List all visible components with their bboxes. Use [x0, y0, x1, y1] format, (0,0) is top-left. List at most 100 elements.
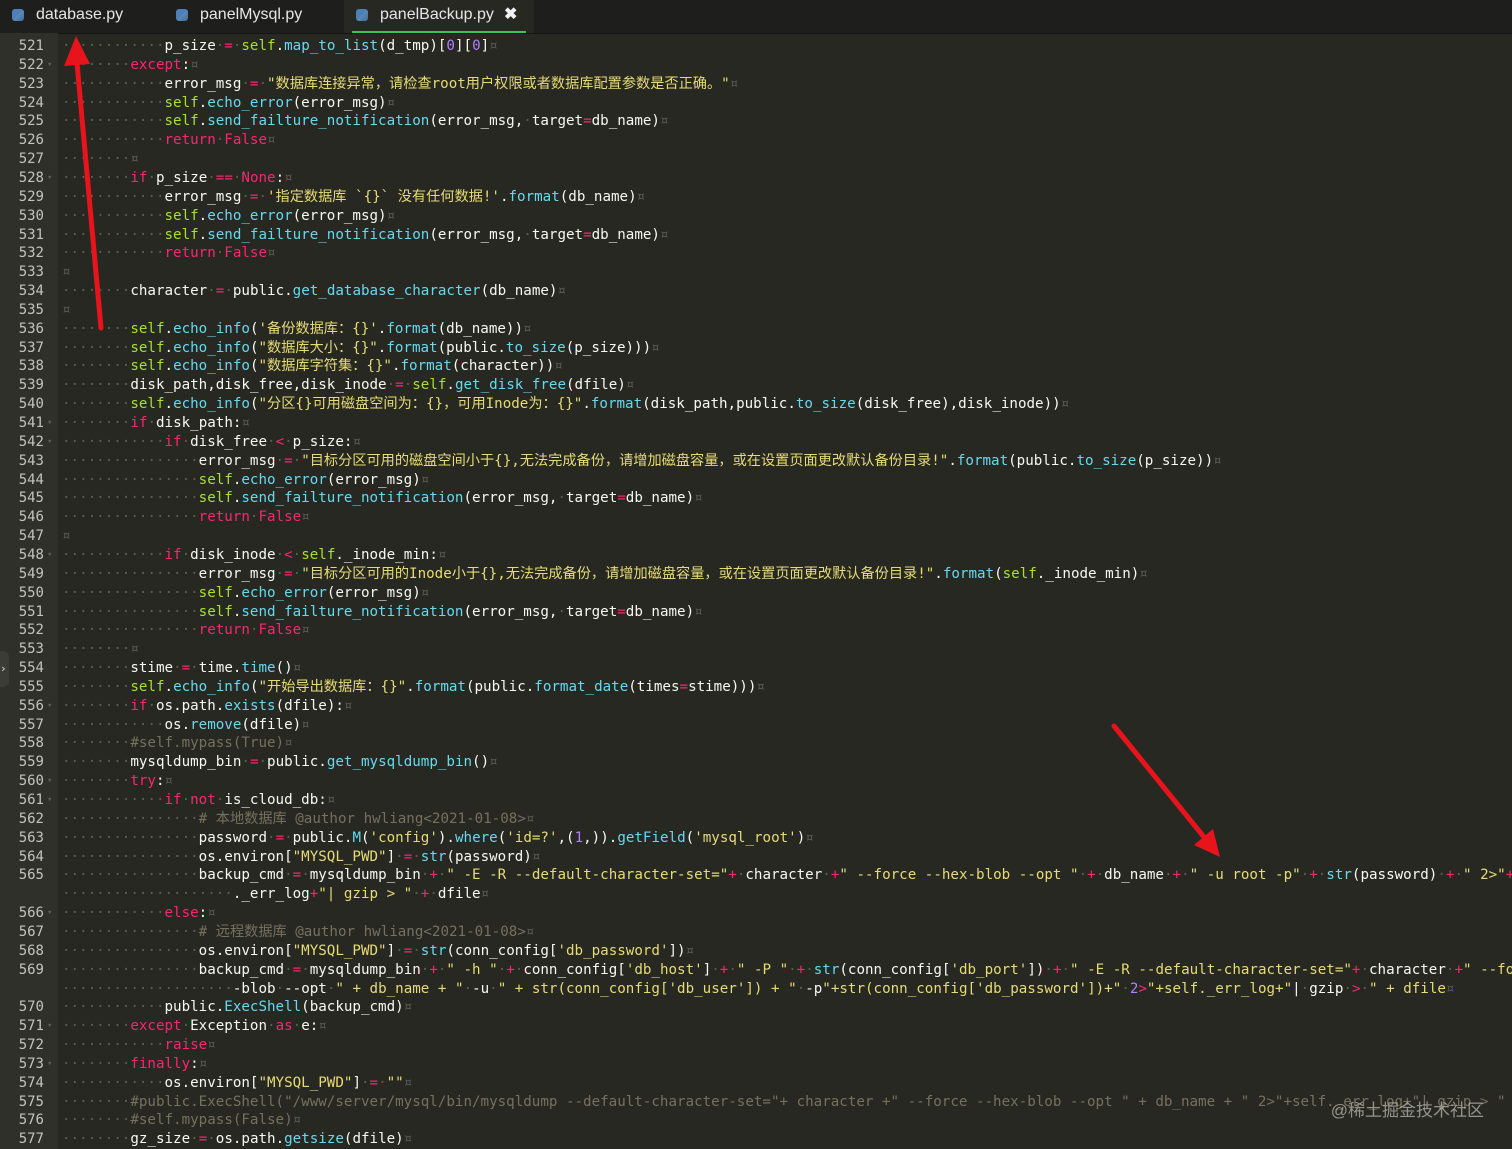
- close-icon[interactable]: ✖: [504, 0, 517, 30]
- code-line[interactable]: 577 ········gz_size·=·os.path.getsize(dfi…: [0, 1130, 1512, 1149]
- code-line[interactable]: 563 ················password·=·public.M('…: [0, 829, 1512, 848]
- code-line[interactable]: 551 ················self.send_failture_no…: [0, 603, 1512, 622]
- code-line[interactable]: ····················._err_log+"| gzip > …: [0, 885, 1512, 904]
- code-line[interactable]: 554 ········stime·=·time.time()¤: [0, 659, 1512, 678]
- python-file-icon: [12, 9, 24, 21]
- code-text: ················password·=·public.M('con…: [62, 829, 814, 846]
- line-number: 564: [18, 848, 44, 865]
- code-text: ············os.remove(dfile)¤: [62, 716, 310, 733]
- code-text: ········if·os.path.exists(dfile):¤: [62, 697, 353, 714]
- code-line[interactable]: 572 ············raise¤: [0, 1036, 1512, 1055]
- code-text: ········character·=·public.get_database_…: [62, 283, 566, 300]
- code-line[interactable]: 524 ············self.echo_error(error_msg…: [0, 94, 1512, 113]
- code-line[interactable]: 543 ················error_msg·=·"目标分区可用的磁…: [0, 452, 1512, 471]
- code-line[interactable]: 532 ············return·False¤: [0, 244, 1512, 263]
- line-number: 528: [18, 169, 44, 186]
- fold-marker-icon[interactable]: ▾: [47, 697, 52, 716]
- code-line[interactable]: 562 ················# 本地数据库 @author hwlia…: [0, 810, 1512, 829]
- code-line[interactable]: 576 ········#self.mypass(False)¤: [0, 1111, 1512, 1130]
- fold-marker-icon[interactable]: ▾: [47, 904, 52, 923]
- code-text: ¤: [62, 264, 71, 281]
- fold-marker-icon[interactable]: ▾: [47, 1017, 52, 1036]
- code-line[interactable]: 570 ············public.ExecShell(backup_c…: [0, 998, 1512, 1017]
- fold-marker-icon[interactable]: ▾: [47, 433, 52, 452]
- line-number: 550: [18, 584, 44, 601]
- code-line[interactable]: ····················-blob·--opt·" + db_n…: [0, 980, 1512, 999]
- code-line[interactable]: 546 ················return·False¤: [0, 508, 1512, 527]
- code-line[interactable]: 568 ················os.environ["MYSQL_PWD…: [0, 942, 1512, 961]
- code-line[interactable]: 544 ················self.echo_error(error…: [0, 471, 1512, 490]
- line-number: 536: [18, 320, 44, 337]
- code-line[interactable]: 553 ········¤: [0, 640, 1512, 659]
- code-line[interactable]: 555 ········self.echo_info("开始导出数据库：{}".f…: [0, 678, 1512, 697]
- fold-marker-icon[interactable]: ▾: [47, 772, 52, 791]
- code-line[interactable]: 534 ········character·=·public.get_databa…: [0, 282, 1512, 301]
- line-number: 545: [18, 490, 44, 507]
- code-line[interactable]: 530 ············self.echo_error(error_msg…: [0, 207, 1512, 226]
- tab-panelbackup-py[interactable]: panelBackup.py ✖: [344, 0, 534, 33]
- code-line[interactable]: 567 ················# 远程数据库 @author hwlia…: [0, 923, 1512, 942]
- code-line[interactable]: 542 ▾ ············if·disk_free·<·p_size:¤: [0, 433, 1512, 452]
- code-line[interactable]: 547 ¤: [0, 527, 1512, 546]
- code-line[interactable]: 575 ········#public.ExecShell("/www/serve…: [0, 1093, 1512, 1112]
- code-line[interactable]: 573 ▾ ········finally:¤: [0, 1055, 1512, 1074]
- tab-bar: database.py panelMysql.py panelBackup.py…: [0, 0, 1512, 34]
- code-line[interactable]: 556 ▾ ········if·os.path.exists(dfile):¤: [0, 697, 1512, 716]
- code-editor[interactable]: 521 ············p_size·=·self.map_to_list…: [0, 33, 1512, 1149]
- code-line[interactable]: 558 ········#self.mypass(True)¤: [0, 734, 1512, 753]
- code-line[interactable]: 521 ············p_size·=·self.map_to_list…: [0, 37, 1512, 56]
- code-line[interactable]: 525 ············self.send_failture_notifi…: [0, 112, 1512, 131]
- code-line[interactable]: 559 ········mysqldump_bin·=·public.get_my…: [0, 753, 1512, 772]
- code-line[interactable]: 557 ············os.remove(dfile)¤: [0, 716, 1512, 735]
- fold-marker-icon[interactable]: ▾: [47, 1055, 52, 1074]
- code-text: ········self.echo_info("数据库字符集：{}".forma…: [62, 358, 563, 375]
- line-number: 526: [18, 132, 44, 149]
- code-line[interactable]: 526 ············return·False¤: [0, 131, 1512, 150]
- code-line[interactable]: 560 ▾ ········try:¤: [0, 772, 1512, 791]
- code-line[interactable]: 536 ········self.echo_info('备份数据库：{}'.for…: [0, 320, 1512, 339]
- code-line[interactable]: 537 ········self.echo_info("数据库大小：{}".for…: [0, 339, 1512, 358]
- code-line[interactable]: 529 ············error_msg·=·'指定数据库 `{}` 没…: [0, 188, 1512, 207]
- code-text: ················error_msg·=·"目标分区可用的磁盘空间…: [62, 452, 1222, 469]
- code-line[interactable]: 550 ················self.echo_error(error…: [0, 584, 1512, 603]
- fold-marker-icon[interactable]: ▾: [47, 169, 52, 188]
- fold-marker-icon[interactable]: ▾: [47, 546, 52, 565]
- fold-marker-icon[interactable]: ▾: [47, 791, 52, 810]
- code-line[interactable]: 545 ················self.send_failture_no…: [0, 489, 1512, 508]
- code-text: ············else:¤: [62, 905, 216, 922]
- line-number: 556: [18, 697, 44, 714]
- fold-marker-icon[interactable]: ▾: [47, 56, 52, 75]
- code-line[interactable]: 538 ········self.echo_info("数据库字符集：{}".fo…: [0, 357, 1512, 376]
- code-text: ¤: [62, 528, 71, 545]
- chevron-right-icon[interactable]: ›: [0, 651, 9, 687]
- code-line[interactable]: 565 ················backup_cmd·=·mysqldum…: [0, 866, 1512, 885]
- line-number: 540: [18, 396, 44, 413]
- code-line[interactable]: 541 ▾ ········if·disk_path:¤: [0, 414, 1512, 433]
- code-line[interactable]: 528 ▾ ········if·p_size·==·None:¤: [0, 169, 1512, 188]
- tab-panelmysql-py[interactable]: panelMysql.py: [164, 0, 340, 33]
- line-number: 525: [18, 113, 44, 130]
- code-line[interactable]: 540 ········self.echo_info("分区{}可用磁盘空间为：{…: [0, 395, 1512, 414]
- code-line[interactable]: 566 ▾ ············else:¤: [0, 904, 1512, 923]
- code-line[interactable]: 569 ················backup_cmd·=·mysqldum…: [0, 961, 1512, 980]
- fold-marker-icon[interactable]: ▾: [47, 414, 52, 433]
- code-line[interactable]: 523 ············error_msg·=·"数据库连接异常，请检查r…: [0, 75, 1512, 94]
- tab-database-py[interactable]: database.py: [0, 0, 158, 33]
- code-line[interactable]: 531 ············self.send_failture_notifi…: [0, 226, 1512, 245]
- line-number: 524: [18, 94, 44, 111]
- code-line[interactable]: 533 ¤: [0, 263, 1512, 282]
- code-line[interactable]: 539 ········disk_path,disk_free,disk_inod…: [0, 376, 1512, 395]
- line-number: 574: [18, 1074, 44, 1091]
- line-number: 521: [18, 38, 44, 54]
- code-text: ············if·disk_inode·<·self._inode_…: [62, 546, 447, 563]
- code-line[interactable]: 561 ▾ ············if·not·is_cloud_db:¤: [0, 791, 1512, 810]
- code-line[interactable]: 549 ················error_msg·=·"目标分区可用的I…: [0, 565, 1512, 584]
- code-line[interactable]: 522 ▾ ········except:¤: [0, 56, 1512, 75]
- code-line[interactable]: 564 ················os.environ["MYSQL_PWD…: [0, 848, 1512, 867]
- code-line[interactable]: 552 ················return·False¤: [0, 621, 1512, 640]
- code-line[interactable]: 574 ············os.environ["MYSQL_PWD"]·=…: [0, 1074, 1512, 1093]
- code-line[interactable]: 548 ▾ ············if·disk_inode·<·self._in…: [0, 546, 1512, 565]
- code-line[interactable]: 535 ¤: [0, 301, 1512, 320]
- code-line[interactable]: 571 ▾ ········except·Exception·as·e:¤: [0, 1017, 1512, 1036]
- code-line[interactable]: 527 ········¤: [0, 150, 1512, 169]
